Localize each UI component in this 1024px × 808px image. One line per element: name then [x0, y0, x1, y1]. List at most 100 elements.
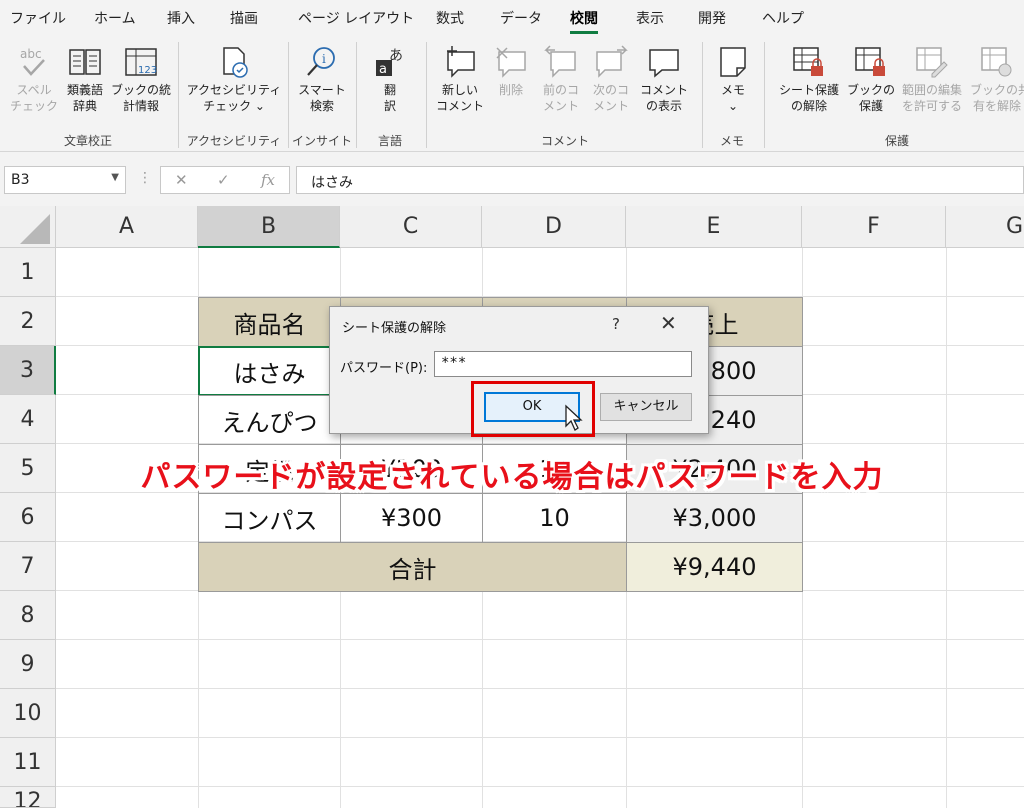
accessibility-icon	[223, 47, 248, 78]
tab-file[interactable]: ファイル	[10, 8, 66, 28]
password-input[interactable]: ***	[434, 351, 692, 377]
tab-draw[interactable]: 描画	[230, 8, 258, 28]
row-header-1[interactable]: 1	[0, 248, 56, 297]
row-header-4[interactable]: 4	[0, 395, 56, 444]
row-header-6[interactable]: 6	[0, 493, 56, 542]
grid-line	[56, 786, 1024, 787]
previous-comment-button[interactable]: 前のコ メント	[536, 44, 586, 114]
column-header-b[interactable]: B	[198, 206, 340, 248]
statistics-icon: 123	[125, 48, 157, 76]
tab-insert[interactable]: 挿入	[167, 8, 195, 28]
name-box[interactable]: B3 ▼	[4, 166, 126, 194]
cell-b7-total-label[interactable]: 合計	[198, 542, 627, 592]
search-icon: i	[307, 47, 335, 76]
group-label-insights: インサイト	[291, 134, 352, 148]
row-header-2[interactable]: 2	[0, 297, 56, 346]
translate-button[interactable]: あa 翻訳	[362, 44, 418, 114]
close-icon[interactable]: ✕	[660, 311, 677, 335]
edit-range-icon	[916, 47, 948, 78]
group-separator	[356, 42, 357, 148]
enter-icon[interactable]: ✓	[217, 171, 230, 189]
show-comments-button[interactable]: コメント の表示	[636, 44, 692, 114]
cell-b6[interactable]: コンパス	[198, 493, 341, 543]
unshare-workbook-button[interactable]: ブックの共有を解除	[970, 44, 1024, 114]
cell-b2[interactable]: 商品名	[198, 297, 341, 347]
tab-view[interactable]: 表示	[636, 8, 664, 28]
tab-home[interactable]: ホーム	[94, 8, 136, 28]
row-header-3[interactable]: 3	[0, 346, 56, 395]
svg-text:123: 123	[138, 65, 157, 76]
row-header-9[interactable]: 9	[0, 640, 56, 689]
formula-input[interactable]: はさみ	[296, 166, 1024, 194]
sheet-lock-icon	[793, 47, 823, 76]
cell-e6[interactable]: ¥3,000	[626, 493, 803, 543]
thesaurus-button[interactable]: 類義語 辞典	[60, 44, 110, 114]
group-separator	[288, 42, 289, 148]
comments-icon	[649, 49, 679, 78]
dropdown-arrow-icon[interactable]: ▼	[111, 172, 119, 183]
cell-b3-selected[interactable]: はさみ	[198, 346, 341, 396]
group-label-proofing: 文章校正	[63, 134, 112, 148]
check-accessibility-button[interactable]: アクセシビリティ チェック ⌄	[186, 44, 282, 114]
workbook-statistics-button[interactable]: 123 ブックの統 計情報	[110, 44, 172, 114]
insert-function-icon[interactable]: fx	[261, 171, 275, 189]
group-label-notes: メモ	[719, 134, 744, 148]
tab-page-layout[interactable]: ページ レイアウト	[298, 8, 414, 28]
row-header-11[interactable]: 11	[0, 738, 56, 787]
cancel-icon[interactable]: ✕	[175, 171, 188, 189]
row-header-8[interactable]: 8	[0, 591, 56, 640]
svg-text:abc: abc	[20, 47, 42, 61]
cell-d6[interactable]: 10	[482, 493, 627, 543]
next-comment-icon	[596, 45, 628, 78]
formula-buttons: ✕ ✓ fx	[160, 166, 290, 194]
column-header-a[interactable]: A	[56, 206, 198, 248]
notes-button[interactable]: メモ ⌄	[710, 44, 756, 114]
unprotect-sheet-button[interactable]: シート保護 の解除	[774, 44, 844, 114]
cell-c6[interactable]: ¥300	[340, 493, 483, 543]
cell-e7-total-value[interactable]: ¥9,440	[626, 542, 803, 592]
group-label-language: 言語	[377, 134, 402, 148]
tab-developer[interactable]: 開発	[698, 8, 726, 28]
dialog-title: シート保護の解除	[342, 321, 447, 336]
tab-formulas[interactable]: 数式	[436, 8, 464, 28]
row-header-10[interactable]: 10	[0, 689, 56, 738]
delete-comment-button[interactable]: 削除	[488, 44, 534, 98]
new-comment-button[interactable]: 新しい コメント	[434, 44, 486, 114]
column-header-c[interactable]: C	[340, 206, 482, 248]
spelling-button[interactable]: abc スペル チェック	[8, 44, 60, 114]
allow-edit-ranges-button[interactable]: 範囲の編集 を許可する	[896, 44, 968, 114]
column-header-g[interactable]: G	[946, 206, 1024, 248]
tab-data[interactable]: データ	[500, 8, 542, 28]
drag-handle-icon[interactable]: ⋮	[138, 170, 152, 186]
grid-line	[56, 688, 1024, 689]
column-header-e[interactable]: E	[626, 206, 802, 248]
mouse-cursor-icon	[565, 404, 583, 431]
row-header-5[interactable]: 5	[0, 444, 56, 493]
tab-review[interactable]: 校閲	[570, 8, 598, 34]
tab-help[interactable]: ヘルプ	[762, 8, 804, 28]
select-all-corner[interactable]	[0, 206, 56, 248]
svg-text:i: i	[322, 52, 326, 66]
password-label: パスワード(P):	[340, 361, 428, 376]
annotation-callout: パスワードが設定されている場合はパスワードを入力	[140, 460, 884, 495]
help-icon[interactable]: ?	[612, 315, 620, 333]
protect-workbook-button[interactable]: ブックの 保護	[846, 44, 896, 114]
column-header-f[interactable]: F	[802, 206, 946, 248]
book-icon	[69, 49, 101, 75]
unshare-icon	[981, 47, 1012, 77]
next-comment-button[interactable]: 次のコ メント	[586, 44, 636, 114]
cancel-button[interactable]: キャンセル	[600, 393, 692, 421]
row-header-7[interactable]: 7	[0, 542, 56, 591]
svg-text:a: a	[379, 62, 387, 77]
group-separator	[702, 42, 703, 148]
translate-icon: あa	[376, 48, 403, 77]
grid-line	[56, 639, 1024, 640]
column-header-d[interactable]: D	[482, 206, 626, 248]
cell-b4[interactable]: えんぴつ	[198, 395, 341, 445]
grid-line	[946, 248, 947, 808]
worksheet-grid[interactable]: A B C D E F G 1 2 3 4 5 6 7 8 9 10 11 12…	[0, 206, 1024, 808]
smart-lookup-button[interactable]: i スマート 検索	[294, 44, 350, 114]
previous-comment-icon	[544, 45, 576, 78]
row-header-12[interactable]: 12	[0, 787, 56, 808]
group-separator	[426, 42, 427, 148]
